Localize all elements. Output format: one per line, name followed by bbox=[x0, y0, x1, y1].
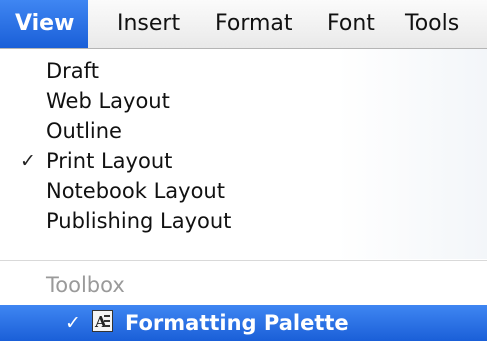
menu-item-print-layout[interactable]: ✓ Print Layout bbox=[0, 145, 487, 177]
view-menu-dropdown: Draft Web Layout Outline ✓ Print Layout … bbox=[0, 49, 487, 341]
menu-item-publishing-layout[interactable]: Publishing Layout bbox=[0, 205, 487, 237]
menu-item-outline[interactable]: Outline bbox=[0, 115, 487, 147]
checkmark-icon: ✓ bbox=[20, 150, 36, 172]
menu-item-label: Web Layout bbox=[46, 89, 170, 113]
menu-item-draft[interactable]: Draft bbox=[0, 55, 487, 87]
menu-bar: View Insert Format Font Tools bbox=[0, 0, 487, 49]
menu-font[interactable]: Font bbox=[327, 0, 375, 48]
menu-item-formatting-palette[interactable]: ✓ A Formatting Palette bbox=[0, 305, 487, 341]
menu-insert[interactable]: Insert bbox=[117, 0, 180, 48]
menu-item-label: Print Layout bbox=[46, 149, 173, 173]
checkmark-icon: ✓ bbox=[65, 312, 81, 334]
menu-item-label: Outline bbox=[46, 119, 122, 143]
menu-item-web-layout[interactable]: Web Layout bbox=[0, 85, 487, 117]
section-header-toolbox: Toolbox bbox=[0, 269, 487, 301]
menu-item-notebook-layout[interactable]: Notebook Layout bbox=[0, 175, 487, 207]
menu-view[interactable]: View bbox=[0, 0, 89, 48]
menu-format[interactable]: Format bbox=[215, 0, 293, 48]
menu-separator bbox=[0, 260, 487, 261]
menu-item-label: Notebook Layout bbox=[46, 179, 225, 203]
section-header-label: Toolbox bbox=[46, 273, 125, 297]
formatting-palette-icon: A bbox=[92, 310, 113, 332]
menu-item-label: Publishing Layout bbox=[46, 209, 232, 233]
menu-item-label: Draft bbox=[46, 59, 99, 83]
menu-tools[interactable]: Tools bbox=[405, 0, 459, 48]
menu-item-label: Formatting Palette bbox=[125, 311, 349, 335]
